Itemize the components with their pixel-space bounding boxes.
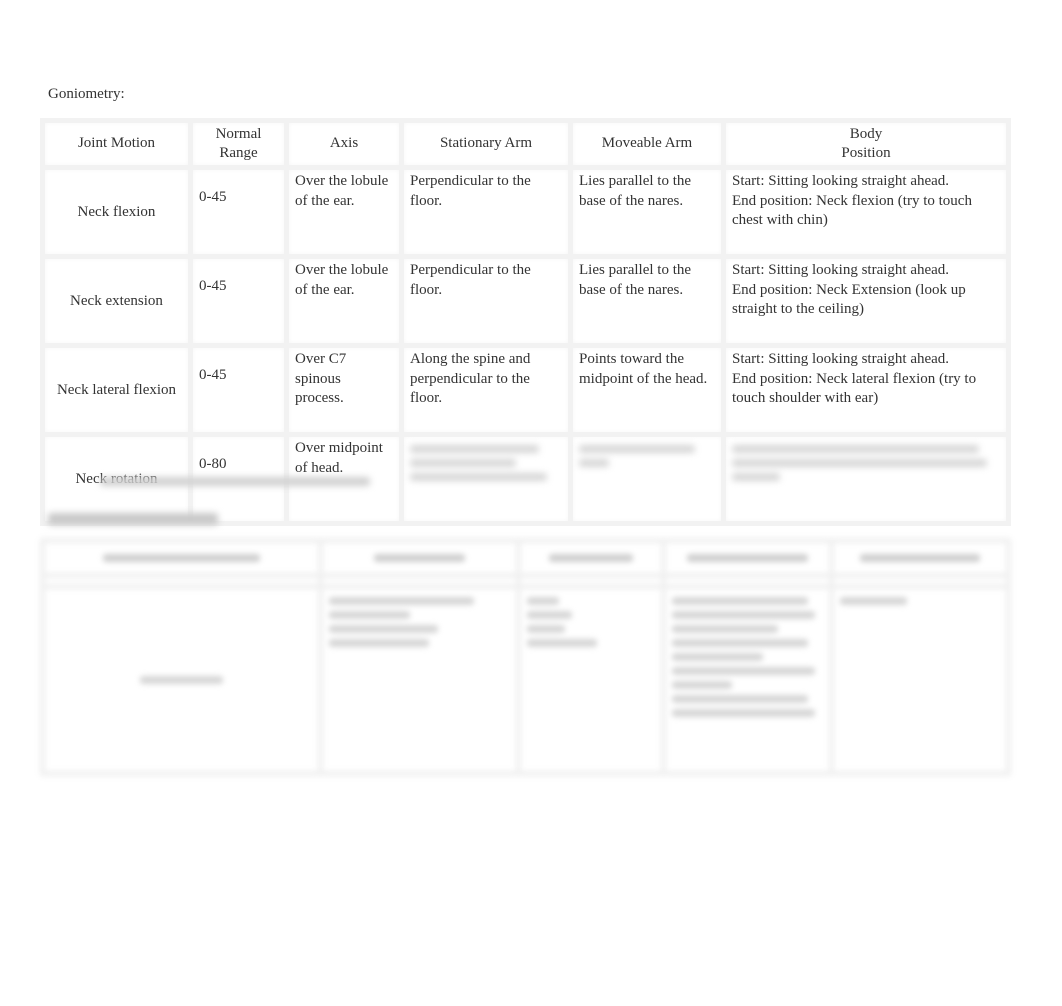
blurred-header — [318, 538, 521, 578]
blurred-header — [661, 538, 834, 578]
body-position-start: Start: Sitting looking straight ahead. — [732, 173, 950, 189]
body-position-end: End position: Neck lateral flexion (try … — [732, 370, 977, 407]
cell-body-position: Start: Sitting looking straight ahead. E… — [721, 254, 1011, 348]
goniometry-table: Joint Motion Normal Range Axis Stationar… — [40, 118, 1011, 526]
header-moveable-arm: Moveable Arm — [568, 118, 726, 170]
blurred-cell — [318, 584, 521, 776]
header-normal-range: Normal Range — [188, 118, 289, 170]
cell-joint-motion: Neck extension — [40, 254, 193, 348]
cell-stationary-arm: Perpendicular to the floor. — [399, 254, 573, 348]
cell-axis: Over the lobule of the ear. — [284, 165, 404, 259]
blurred-text-block — [579, 445, 715, 467]
cell-normal-range: 0-45 — [188, 254, 289, 348]
cell-stationary-arm: Perpendicular to the floor. — [399, 165, 573, 259]
header-normal-range-line1: Normal — [215, 125, 262, 142]
header-stationary-arm: Stationary Arm — [399, 118, 573, 170]
cell-joint-motion: Neck lateral flexion — [40, 343, 193, 437]
table-row: Neck flexion 0-45 Over the lobule of the… — [40, 165, 1011, 259]
blurred-cell — [516, 584, 666, 776]
blurred-cell — [40, 584, 323, 776]
cell-moveable-arm: Lies parallel to the base of the nares. — [568, 254, 726, 348]
cell-body-position: Start: Sitting looking straight ahead. E… — [721, 165, 1011, 259]
header-axis: Axis — [284, 118, 404, 170]
body-position-end: End position: Neck Extension (look up st… — [732, 281, 966, 318]
goniometry-table-container: Joint Motion Normal Range Axis Stationar… — [40, 118, 1011, 526]
header-body-position: Body Position — [721, 118, 1011, 170]
body-position-end: End position: Neck flexion (try to touch… — [732, 192, 972, 229]
cell-axis: Over C7 spinous process. — [284, 343, 404, 437]
header-normal-range-line2: Range — [219, 145, 258, 161]
blurred-header-row — [40, 538, 1011, 578]
table-row: Neck extension 0-45 Over the lobule of t… — [40, 254, 1011, 348]
header-body-position-line1: Body — [849, 125, 883, 142]
body-position-start: Start: Sitting looking straight ahead. — [732, 262, 950, 278]
blurred-spacer-row — [40, 573, 1011, 589]
blurred-caption — [100, 471, 370, 492]
blurred-section-heading — [48, 507, 218, 531]
body-position-start: Start: Sitting looking straight ahead. — [732, 351, 950, 367]
cell-moveable-arm-blurred — [568, 432, 726, 526]
header-body-position-line2: Position — [841, 145, 891, 161]
blurred-header — [829, 538, 1011, 578]
cell-body-position: Start: Sitting looking straight ahead. E… — [721, 343, 1011, 437]
blurred-table — [40, 538, 1011, 776]
cell-stationary-arm-blurred — [399, 432, 573, 526]
blurred-cell — [829, 584, 1011, 776]
blurred-header — [40, 538, 323, 578]
table-row: Neck lateral flexion 0-45 Over C7 spinou… — [40, 343, 1011, 437]
blurred-cell — [661, 584, 834, 776]
blurred-table-container — [40, 538, 1011, 776]
cell-normal-range: 0-45 — [188, 343, 289, 437]
cell-moveable-arm: Lies parallel to the base of the nares. — [568, 165, 726, 259]
cell-body-position-blurred — [721, 432, 1011, 526]
blurred-text-block — [410, 445, 562, 481]
cell-moveable-arm: Points toward the midpoint of the head. — [568, 343, 726, 437]
cell-normal-range: 0-45 — [188, 165, 289, 259]
cell-axis: Over the lobule of the ear. — [284, 254, 404, 348]
cell-joint-motion: Neck flexion — [40, 165, 193, 259]
blurred-header — [516, 538, 666, 578]
blurred-body-row — [40, 584, 1011, 776]
cell-stationary-arm: Along the spine and perpendicular to the… — [399, 343, 573, 437]
header-joint-motion: Joint Motion — [40, 118, 193, 170]
table-header-row: Joint Motion Normal Range Axis Stationar… — [40, 118, 1011, 170]
section-heading-goniometry: Goniometry: — [48, 86, 125, 102]
blurred-text-block — [732, 445, 1000, 481]
